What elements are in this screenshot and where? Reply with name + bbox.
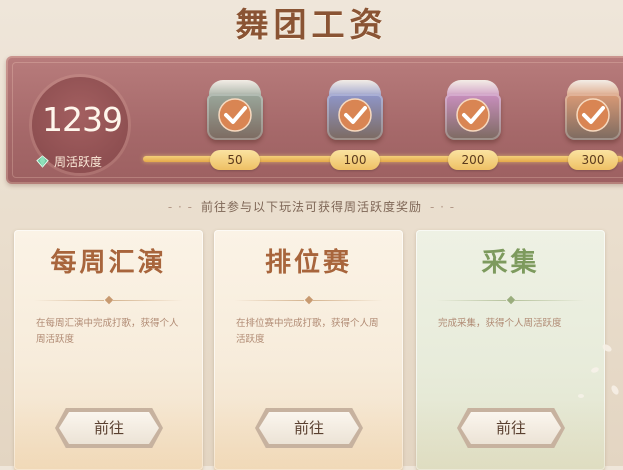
divider-line <box>234 300 304 301</box>
divider-diamond <box>506 295 515 305</box>
claimed-check-icon <box>456 98 490 132</box>
petal-decoration <box>578 344 619 398</box>
milestone-value: 300 <box>568 150 618 170</box>
activity-description: 在排位赛中完成打歌，获得个人周活跃度 <box>236 318 379 345</box>
divider-line <box>436 300 506 301</box>
milestone-value: 100 <box>330 150 380 170</box>
weekly-activity-label: 周活跃度 <box>36 152 102 170</box>
reward-chest[interactable] <box>443 80 503 142</box>
go-button[interactable]: 前往 <box>259 412 359 444</box>
card-divider <box>436 295 585 306</box>
activity-card: 排位赛在排位赛中完成打歌，获得个人周活跃度前往 <box>214 230 403 470</box>
divider-line <box>113 300 183 301</box>
activity-hint: - · - 前往参与以下玩法可获得周活跃度奖励 - · - <box>167 200 456 214</box>
claimed-check-icon <box>338 98 372 132</box>
card-divider <box>234 295 383 306</box>
go-button[interactable]: 前往 <box>461 412 561 444</box>
divider-diamond <box>104 295 113 305</box>
activity-description: 在每周汇演中完成打歌，获得个人周活跃度 <box>36 318 179 345</box>
weekly-activity-text: 周活跃度 <box>54 154 103 169</box>
claimed-check-icon <box>218 98 252 132</box>
card-divider <box>34 295 183 306</box>
activity-title: 采集 <box>481 248 540 278</box>
claimed-check-icon <box>576 98 610 132</box>
milestone-value: 200 <box>448 150 498 170</box>
reward-chest[interactable] <box>325 80 385 142</box>
divider-line <box>34 300 104 301</box>
reward-chest[interactable] <box>563 80 623 142</box>
activity-title: 每周汇演 <box>50 248 167 278</box>
activity-title: 排位赛 <box>264 248 352 278</box>
activity-card: 每周汇演在每周汇演中完成打歌，获得个人周活跃度前往 <box>14 230 203 470</box>
divider-line <box>313 300 383 301</box>
hint-text: 前往参与以下玩法可获得周活跃度奖励 <box>200 200 422 214</box>
activity-score: 1239 <box>42 100 123 139</box>
divider-line <box>515 300 585 301</box>
reward-chest[interactable] <box>205 80 265 142</box>
divider-diamond <box>304 295 313 305</box>
milestone-value: 50 <box>210 150 260 170</box>
gem-icon <box>36 154 49 168</box>
go-button[interactable]: 前往 <box>59 412 159 444</box>
page-title: 舞团工资 <box>235 5 388 44</box>
